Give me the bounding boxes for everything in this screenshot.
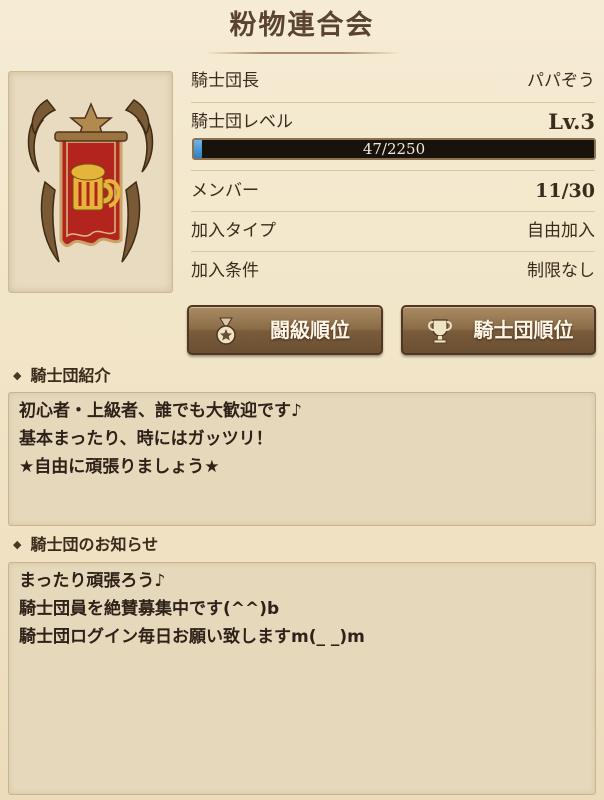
guild-emblem-frame [8,71,173,293]
intro-heading-text: 騎士団紹介 [30,366,111,385]
intro-line: 基本まったり、時にはガッツリ！ [19,429,273,449]
join-type-value: 自由加入 [527,221,595,241]
join-condition-row: 加入条件 制限なし [191,252,595,290]
trophy-icon [428,319,452,344]
battle-rank-label: 闘級順位 [270,318,350,342]
notice-heading-text: 騎士団のお知らせ [30,535,159,554]
level-row: 騎士団レベル Lv.3 [191,103,595,141]
diamond-bullet-icon: ◆ [13,369,22,382]
join-condition-value: 制限なし [527,261,595,281]
level-value: Lv.3 [548,109,595,134]
join-type-label: 加入タイプ [191,221,276,241]
intro-line: 初心者・上級者、誰でも大歓迎です♪ [19,401,302,421]
leader-row: 騎士団長 パパぞう [191,62,595,100]
guild-rank-button[interactable]: 騎士団順位 [401,305,596,355]
members-value: 11/30 [535,180,595,202]
title-underline [205,52,400,54]
battle-rank-button[interactable]: 闘級順位 [187,305,383,355]
leader-name[interactable]: パパぞう [527,62,595,100]
exp-progress-text: 47/2250 [362,140,426,158]
leader-label: 騎士団長 [191,71,259,91]
members-label: メンバー [191,181,259,201]
notice-line: 騎士団ログイン毎日お願い致しますm(_ _)m [19,627,365,647]
guild-rank-label: 騎士団順位 [473,318,574,342]
members-row: メンバー 11/30 [191,172,595,210]
medal-icon [216,317,236,345]
notice-text-box: まったり頑張ろう♪ 騎士団員を絶賛募集中です(^^)b 騎士団ログイン毎日お願い… [8,562,596,795]
diamond-bullet-icon: ◆ [13,538,22,551]
guild-name-title: 粉物連合会 [229,10,375,41]
exp-progress-bar: 47/2250 [192,138,596,160]
notice-heading: ◆ 騎士団のお知らせ [13,532,158,558]
level-label: 騎士団レベル [191,112,293,132]
divider [191,170,595,171]
intro-line: ★自由に頑張りましょう★ [19,457,220,477]
join-type-row: 加入タイプ 自由加入 [191,212,595,250]
notice-line: 騎士団員を絶賛募集中です(^^)b [19,599,280,619]
guild-emblem-icon [27,99,154,263]
notice-line: まったり頑張ろう♪ [19,571,166,591]
intro-text-box: 初心者・上級者、誰でも大歓迎です♪ 基本まったり、時にはガッツリ！ ★自由に頑張… [8,392,596,526]
join-condition-label: 加入条件 [191,261,259,281]
intro-heading: ◆ 騎士団紹介 [13,363,110,389]
